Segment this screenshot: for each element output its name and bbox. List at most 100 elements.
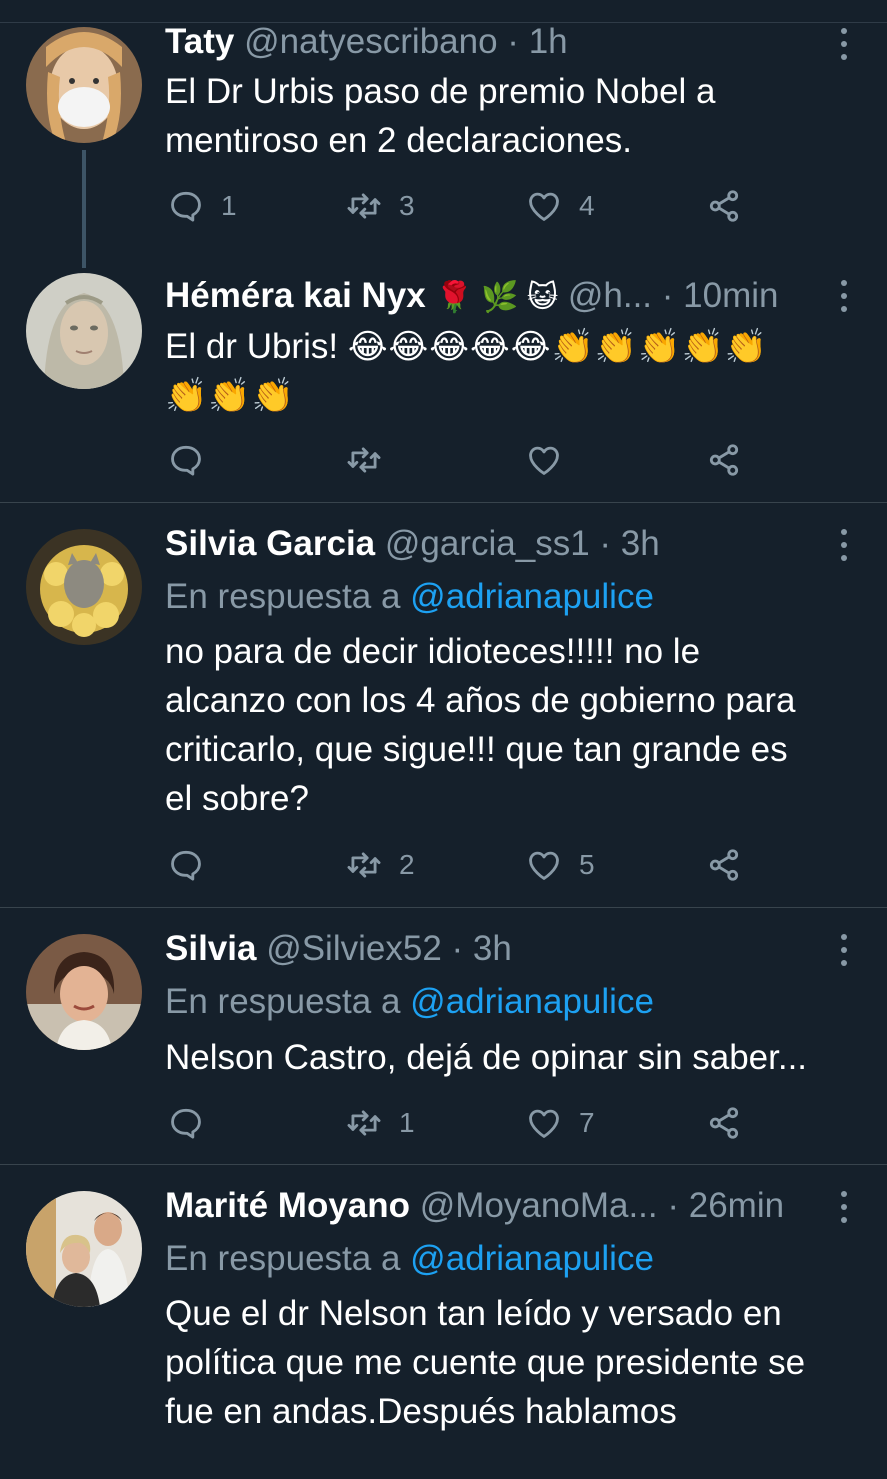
- reply-context: En respuesta a @adrianapulice: [165, 980, 654, 1024]
- action-bar: 1 7: [165, 1103, 765, 1143]
- like-count: 4: [579, 190, 595, 221]
- reply-button[interactable]: 1: [167, 186, 237, 226]
- name-emoji: 🌹 🌿 😺: [435, 281, 559, 314]
- text-line: criticarlo, que sigue!!! que tan grande …: [165, 730, 788, 769]
- retweet-icon: [347, 852, 381, 878]
- tweet-text: no para de decir idioteces!!!!! no le al…: [165, 627, 857, 823]
- reply-context: En respuesta a @adrianapulice: [165, 1237, 654, 1281]
- reply-mention-link[interactable]: @adrianapulice: [410, 982, 654, 1021]
- action-bar: 2 5: [165, 845, 765, 885]
- share-button[interactable]: [705, 440, 743, 480]
- timestamp[interactable]: 1h: [529, 22, 568, 61]
- display-name[interactable]: Marité Moyano: [165, 1186, 410, 1225]
- user-handle[interactable]: @h...: [568, 276, 652, 315]
- reply-context: En respuesta a @adrianapulice: [165, 575, 654, 619]
- like-count: 7: [579, 1107, 595, 1138]
- like-button[interactable]: 4: [525, 186, 595, 226]
- heart-icon: [529, 851, 559, 880]
- emoji-line: 😂😂😂😂😂👏👏👏👏👏: [347, 328, 769, 366]
- action-bar: [165, 440, 765, 480]
- reply-prefix: En respuesta a: [165, 1239, 401, 1278]
- user-handle[interactable]: @natyescribano: [244, 22, 497, 61]
- reply-icon: [171, 191, 201, 222]
- text-line: El dr Ubris! 😂😂😂😂😂👏👏👏👏👏: [165, 322, 857, 372]
- tweet-text: El Dr Urbis paso de premio Nobel a menti…: [165, 67, 857, 165]
- tweet-marite-moyano[interactable]: Marité Moyano @MoyanoMa... · 26min En re…: [0, 1165, 887, 1479]
- retweet-icon: [347, 1110, 381, 1136]
- timestamp[interactable]: 10min: [683, 276, 778, 315]
- separator-dot: ·: [599, 524, 612, 563]
- text-line: fue en andas.Después hablamos: [165, 1392, 677, 1431]
- timestamp[interactable]: 26min: [689, 1186, 784, 1225]
- more-vertical-icon[interactable]: [835, 934, 853, 966]
- share-icon: [709, 849, 739, 881]
- like-count: 5: [579, 849, 595, 880]
- share-icon: [709, 1107, 739, 1139]
- tweet-hemera[interactable]: Héméra kai Nyx 🌹 🌿 😺 @h... · 10min El dr…: [0, 260, 887, 503]
- tweet-silvia[interactable]: Silvia @Silviex52 · 3h En respuesta a @a…: [0, 908, 887, 1165]
- separator-dot: ·: [661, 276, 674, 315]
- user-handle[interactable]: @Silviex52: [266, 929, 442, 968]
- retweet-button[interactable]: 1: [345, 1103, 415, 1143]
- retweet-icon: [347, 447, 381, 473]
- avatar-silvia-garcia[interactable]: [26, 529, 142, 645]
- tweet-header: Taty @natyescribano · 1h: [165, 20, 827, 64]
- share-icon: [709, 444, 739, 476]
- share-button[interactable]: [705, 1103, 743, 1143]
- timestamp[interactable]: 3h: [621, 524, 660, 563]
- tweet-text: Nelson Castro, dejá de opinar sin saber.…: [165, 1033, 857, 1082]
- text-line: política que me cuente que presidente se: [165, 1343, 806, 1382]
- text-line: El Dr Urbis paso de premio Nobel a: [165, 72, 716, 111]
- display-name[interactable]: Silvia: [165, 929, 256, 968]
- more-vertical-icon[interactable]: [835, 28, 853, 60]
- display-name[interactable]: Héméra kai Nyx: [165, 276, 426, 315]
- thread-line: [82, 150, 86, 268]
- reply-icon: [171, 445, 201, 476]
- more-vertical-icon[interactable]: [835, 529, 853, 561]
- action-bar: 1 3 4: [165, 186, 765, 226]
- reply-button[interactable]: [167, 845, 205, 885]
- more-vertical-icon[interactable]: [835, 280, 853, 312]
- reply-count: 1: [221, 190, 237, 221]
- retweet-button[interactable]: [345, 440, 383, 480]
- reply-mention-link[interactable]: @adrianapulice: [410, 577, 654, 616]
- tweet-silvia-garcia[interactable]: Silvia Garcia @garcia_ss1 · 3h En respue…: [0, 503, 887, 908]
- reply-mention-link[interactable]: @adrianapulice: [410, 1239, 654, 1278]
- reply-icon: [171, 850, 201, 881]
- user-handle[interactable]: @MoyanoMa...: [420, 1186, 658, 1225]
- text-line: no para de decir idioteces!!!!! no le: [165, 632, 701, 671]
- more-vertical-icon[interactable]: [835, 1191, 853, 1223]
- avatar-taty[interactable]: [26, 27, 142, 143]
- retweet-button[interactable]: 3: [345, 186, 415, 226]
- heart-icon: [529, 446, 559, 475]
- retweet-button[interactable]: 2: [345, 845, 415, 885]
- text-line: Que el dr Nelson tan leído y versado en: [165, 1294, 782, 1333]
- reply-icon: [171, 1108, 201, 1139]
- display-name[interactable]: Silvia Garcia: [165, 524, 375, 563]
- avatar-marite-moyano[interactable]: [26, 1191, 142, 1307]
- reply-button[interactable]: [167, 440, 205, 480]
- tweet-header: Héméra kai Nyx 🌹 🌿 😺 @h... · 10min: [165, 274, 827, 318]
- text-line: alcanzo con los 4 años de gobierno para: [165, 681, 796, 720]
- separator-dot: ·: [451, 929, 464, 968]
- share-button[interactable]: [705, 845, 743, 885]
- avatar-hemera[interactable]: [26, 273, 142, 389]
- retweet-icon: [347, 193, 381, 219]
- retweet-count: 1: [399, 1107, 415, 1138]
- tweet-header: Marité Moyano @MoyanoMa... · 26min: [165, 1184, 827, 1228]
- avatar-silvia[interactable]: [26, 934, 142, 1050]
- display-name[interactable]: Taty: [165, 22, 234, 61]
- like-button[interactable]: 7: [525, 1103, 595, 1143]
- timestamp[interactable]: 3h: [473, 929, 512, 968]
- share-button[interactable]: [705, 186, 743, 226]
- like-button[interactable]: 5: [525, 845, 595, 885]
- like-button[interactable]: [525, 440, 563, 480]
- tweet-text: El dr Ubris! 😂😂😂😂😂👏👏👏👏👏 👏👏👏: [165, 322, 857, 421]
- tweet-header: Silvia Garcia @garcia_ss1 · 3h: [165, 522, 827, 566]
- text-line: mentiroso en 2 declaraciones.: [165, 121, 632, 160]
- reply-button[interactable]: [167, 1103, 205, 1143]
- separator-dot: ·: [507, 22, 519, 61]
- user-handle[interactable]: @garcia_ss1: [385, 524, 590, 563]
- tweet-taty[interactable]: Taty @natyescribano · 1h El Dr Urbis pas…: [0, 0, 887, 268]
- heart-icon: [529, 1109, 559, 1138]
